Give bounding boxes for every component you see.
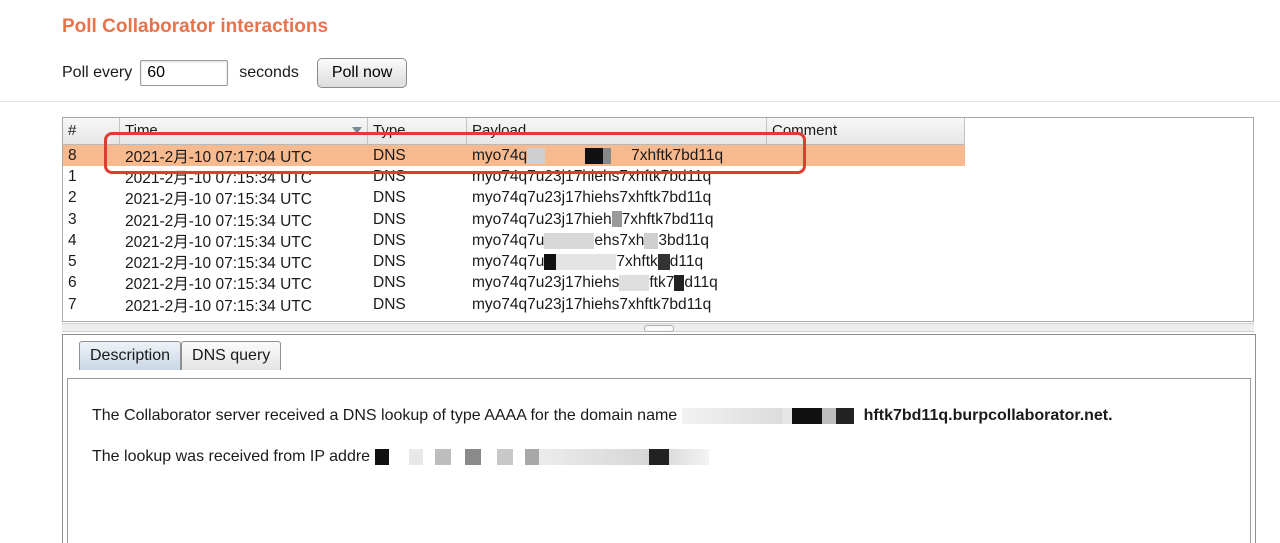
- payload-visible-start: myo74q7u23j17hiehs: [472, 274, 620, 292]
- payload-visible-middle: ftk7: [649, 274, 675, 292]
- redaction-mark: [781, 407, 792, 424]
- description-line-ip: The lookup was received from IP addre: [92, 448, 709, 466]
- redaction-mark: [821, 407, 836, 424]
- redaction-mark: [544, 254, 557, 271]
- poll-controls: Poll every seconds Poll now: [62, 56, 408, 90]
- cell-time: 2021-2月-10 07:15:34 UTC: [125, 255, 312, 273]
- redaction-mark: [408, 448, 423, 465]
- poll-unit-label: seconds: [239, 64, 299, 81]
- redaction-mark: [481, 449, 497, 465]
- payload-visible-start: myo74q7u23j17hieh: [472, 210, 612, 228]
- details-panel: Description DNS query The Collaborator s…: [62, 334, 1256, 543]
- redaction-mark: [681, 407, 782, 424]
- cell-type: DNS: [373, 253, 406, 271]
- table-row[interactable]: 4 2021-2月-10 07:15:34 UTC DNS myo74q7u eh…: [63, 230, 965, 251]
- cell-type: DNS: [373, 295, 406, 313]
- redaction-mark: [496, 448, 513, 465]
- cell-type: DNS: [373, 210, 406, 228]
- description-line-domain: The Collaborator server received a DNS l…: [92, 407, 1113, 425]
- annotation-highlight-box: [104, 132, 806, 174]
- cell-payload: myo74q7u ehs7xh 3bd11q: [467, 232, 767, 250]
- tab-dns-query[interactable]: DNS query: [181, 341, 282, 370]
- tab-description[interactable]: Description: [79, 341, 182, 370]
- redaction-mark: [674, 275, 685, 292]
- redaction-mark: [423, 449, 435, 465]
- cell-payload: myo74q7u23j17hieh 7xhftk7bd11q: [467, 211, 767, 229]
- cell-time: 2021-2月-10 07:15:34 UTC: [125, 233, 312, 251]
- divider: [0, 101, 1280, 102]
- cell-time: 2021-2月-10 07:15:34 UTC: [125, 297, 312, 315]
- redaction-mark: [619, 275, 650, 292]
- redaction-mark: [791, 407, 822, 424]
- cell-payload: myo74q7u23j17hiehs ftk7 d11q: [467, 274, 767, 292]
- table-row[interactable]: 5 2021-2月-10 07:15:34 UTC DNS myo74q7u 7x…: [63, 251, 965, 272]
- description-text: The lookup was received from IP addre: [92, 448, 371, 465]
- table-row[interactable]: 6 2021-2月-10 07:15:34 UTC DNS myo74q7u23…: [63, 273, 965, 294]
- description-text: The Collaborator server received a DNS l…: [92, 407, 678, 424]
- cell-type: DNS: [373, 231, 406, 249]
- payload-visible-end: d11q: [669, 253, 704, 271]
- payload-visible-end: d11q: [684, 274, 718, 292]
- cell-payload: myo74q7u 7xhftk d11q: [467, 253, 767, 271]
- poll-interval-input[interactable]: [140, 60, 229, 86]
- description-domain: hftk7bd11q.burpcollaborator.net.: [863, 407, 1113, 424]
- redaction-mark: [657, 254, 670, 271]
- cell-number: 3: [68, 210, 77, 228]
- cell-payload: myo74q7u23j17hiehs7xhftk7bd11q: [472, 189, 712, 207]
- table-row[interactable]: 7 2021-2月-10 07:15:34 UTC DNS myo74q7u23…: [63, 294, 965, 315]
- redaction-mark: [374, 448, 389, 465]
- collaborator-client: Poll Collaborator interactions Poll ever…: [0, 0, 1280, 543]
- description-content: The Collaborator server received a DNS l…: [67, 378, 1251, 543]
- payload-visible-middle: ehs7xh: [594, 231, 645, 249]
- splitter-grip-icon[interactable]: [644, 325, 674, 332]
- redaction-mark: [644, 232, 659, 249]
- payload-visible-start: myo74q7u: [472, 253, 545, 271]
- table-row[interactable]: 2 2021-2月-10 07:15:34 UTC DNS myo74q7u23…: [63, 188, 965, 209]
- cell-type: DNS: [373, 274, 406, 292]
- redaction-mark: [854, 408, 864, 424]
- cell-number: 2: [68, 189, 77, 207]
- redaction-mark: [464, 448, 481, 465]
- table-row[interactable]: 3 2021-2月-10 07:15:34 UTC DNS myo74q7u23…: [63, 209, 965, 230]
- redaction-mark: [556, 254, 617, 271]
- cell-time: 2021-2月-10 07:15:34 UTC: [125, 191, 312, 209]
- payload-visible-middle: 7xhftk: [616, 253, 658, 271]
- cell-payload: myo74q7u23j17hiehs7xhftk7bd11q: [472, 295, 712, 313]
- redaction-mark: [835, 407, 854, 424]
- payload-visible-end: 3bd11q: [658, 231, 709, 249]
- section-heading: Poll Collaborator interactions: [62, 16, 329, 37]
- poll-now-button[interactable]: Poll now: [316, 58, 408, 88]
- cell-number: 6: [68, 274, 77, 292]
- payload-visible-start: myo74q7u: [472, 231, 545, 249]
- cell-time: 2021-2月-10 07:15:34 UTC: [125, 276, 312, 294]
- redaction-mark: [538, 448, 649, 465]
- redaction-mark: [389, 449, 409, 465]
- cell-type: DNS: [373, 189, 406, 207]
- poll-every-label: Poll every: [62, 64, 133, 81]
- redaction-mark: [611, 211, 622, 228]
- redaction-mark: [434, 448, 451, 465]
- cell-time: 2021-2月-10 07:15:34 UTC: [125, 212, 312, 230]
- redaction-mark: [544, 232, 595, 249]
- payload-visible-end: 7xhftk7bd11q: [621, 210, 714, 228]
- redaction-mark: [513, 449, 525, 465]
- redaction-mark: [668, 448, 709, 465]
- details-tabs: Description DNS query: [79, 341, 282, 370]
- cell-number: 7: [68, 295, 77, 313]
- cell-number: 4: [68, 231, 77, 249]
- redaction-mark: [648, 448, 669, 465]
- redaction-mark: [451, 449, 465, 465]
- redaction-mark: [524, 448, 539, 465]
- panel-splitter[interactable]: [62, 323, 1254, 332]
- cell-number: 5: [68, 253, 77, 271]
